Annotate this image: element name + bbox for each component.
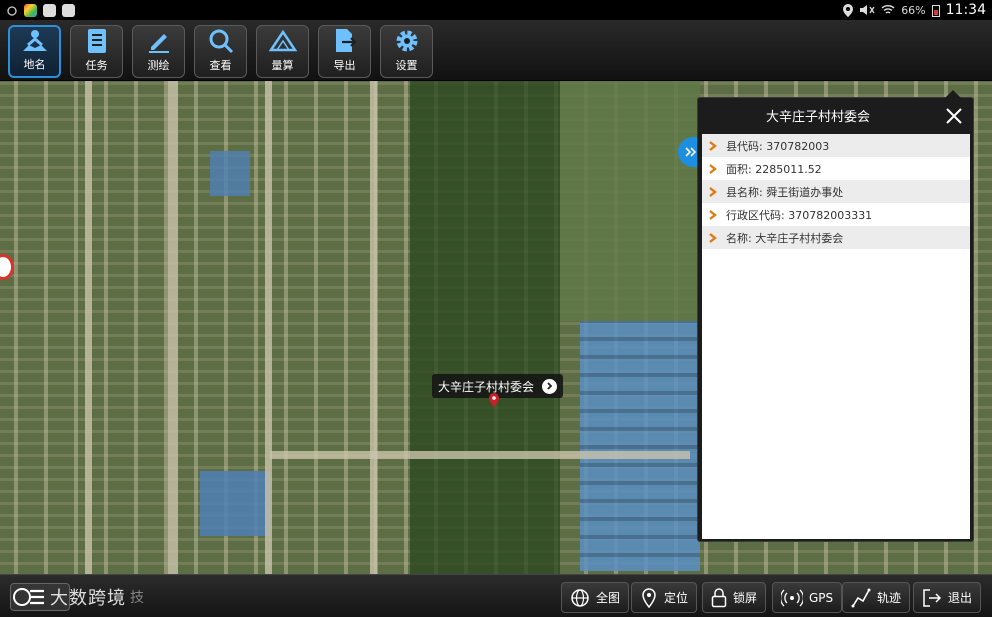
map-road — [265, 81, 272, 574]
tool-view[interactable]: 查看 — [194, 25, 247, 78]
list-item: 县名称: 舜王街道办事处 — [702, 180, 970, 203]
map-person-icon — [22, 29, 47, 51]
chevron-right-icon — [709, 140, 717, 151]
map-road — [270, 451, 690, 459]
status-bar: 66% 11:34 — [0, 0, 992, 20]
tool-label: 设置 — [395, 59, 418, 72]
panel-title: 大辛庄子村村委会 — [765, 110, 870, 125]
attribute-text: 名称: 大辛庄子村村委会 — [726, 231, 844, 245]
full-extent-button[interactable]: 全图 — [561, 582, 630, 613]
gear-icon — [396, 30, 417, 52]
tool-export[interactable]: 导出 — [318, 25, 371, 78]
mute-icon — [860, 5, 875, 15]
exit-button[interactable]: 退出 — [913, 582, 982, 613]
life-ring-button[interactable] — [0, 254, 14, 280]
gps-signal-icon — [781, 589, 803, 606]
attribute-text: 县名称: 舜王街道办事处 — [726, 185, 844, 199]
list-item: 名称: 大辛庄子村村委会 — [702, 226, 970, 249]
clock: 11:34 — [945, 2, 986, 18]
app-icon-browser — [24, 3, 37, 17]
exit-icon — [923, 588, 942, 607]
location-pin-icon — [642, 587, 656, 608]
attribute-text: 县代码: 370782003 — [726, 139, 830, 153]
button-label: 轨迹 — [877, 591, 902, 605]
button-label: GPS — [809, 590, 834, 605]
map-marker-pin-icon[interactable] — [489, 393, 499, 407]
chevron-right-icon — [709, 209, 717, 220]
app-icon-gallery — [43, 3, 56, 17]
map-building-block — [200, 471, 270, 536]
export-icon — [335, 29, 357, 52]
tool-settings[interactable]: 设置 — [380, 25, 433, 78]
map-road — [168, 81, 178, 574]
tool-label: 地名 — [23, 58, 46, 71]
task-list-icon — [87, 29, 106, 53]
chevron-right-icon — [709, 186, 717, 197]
list-item: 县代码: 370782003 — [702, 134, 970, 157]
info-panel: 大辛庄子村村委会 县代码: 370782003 面积: 2285011.52 县… — [697, 90, 974, 542]
map-building-block — [580, 321, 700, 571]
search-icon — [209, 29, 233, 54]
tool-measure[interactable]: 量算 — [256, 25, 309, 78]
marker-label-text: 大辛庄子村村委会 — [438, 379, 535, 394]
location-icon — [843, 3, 854, 17]
watermark-text: 大数跨境 — [50, 588, 126, 609]
watermark: 大数跨境 技 — [12, 584, 145, 610]
button-label: 退出 — [948, 591, 973, 605]
watermark-subtext: 技 — [130, 590, 145, 606]
app-icon-maps — [62, 3, 75, 17]
track-line-icon — [851, 588, 871, 607]
battery-percent: 66% — [901, 3, 926, 17]
track-button[interactable]: 轨迹 — [842, 582, 911, 613]
gps-button[interactable]: GPS — [772, 582, 843, 613]
wifi-icon — [881, 5, 895, 14]
alarm-icon — [7, 6, 17, 16]
tool-label: 查看 — [209, 59, 232, 72]
map-field-area — [560, 81, 700, 321]
chevron-right-icon — [709, 232, 717, 243]
main-toolbar: 地名 任务 测绘 查看 量算 导出 设置 — [0, 20, 992, 81]
tool-survey[interactable]: 测绘 — [132, 25, 185, 78]
tool-label: 任务 — [85, 59, 108, 72]
button-label: 锁屏 — [733, 591, 758, 605]
chevron-right-icon[interactable] — [542, 378, 558, 394]
attribute-text: 行政区代码: 370782003331 — [726, 208, 873, 222]
pencil-icon — [148, 34, 169, 53]
panel-notch — [945, 90, 961, 98]
list-item: 面积: 2285011.52 — [702, 157, 970, 180]
attribute-list: 县代码: 370782003 面积: 2285011.52 县名称: 舜王街道办… — [702, 134, 970, 539]
map-field-area — [410, 81, 560, 574]
close-icon[interactable] — [945, 107, 963, 125]
tool-label: 量算 — [271, 59, 294, 72]
attribute-text: 面积: 2285011.52 — [726, 162, 822, 176]
locate-button[interactable]: 定位 — [631, 582, 698, 613]
lock-screen-button[interactable]: 锁屏 — [702, 582, 767, 613]
bottom-bar: 大数跨境 技 全图 定位 锁屏 GPS 轨迹 退出 — [0, 574, 992, 617]
tool-place-names[interactable]: 地名 — [8, 25, 61, 78]
map-road — [370, 81, 377, 574]
watermark-logo-icon — [13, 588, 44, 606]
measure-icon — [268, 29, 297, 52]
chevron-right-icon — [709, 163, 717, 174]
globe-icon — [571, 588, 589, 607]
lock-icon — [711, 587, 727, 607]
tool-label: 导出 — [333, 59, 356, 72]
tool-label: 测绘 — [147, 59, 170, 72]
double-chevron-right-icon — [685, 147, 697, 157]
button-label: 全图 — [596, 591, 621, 605]
list-item: 行政区代码: 370782003331 — [702, 203, 970, 226]
button-label: 定位 — [664, 591, 689, 605]
map-road — [85, 81, 92, 574]
map-building-block — [210, 151, 250, 196]
tool-tasks[interactable]: 任务 — [70, 25, 123, 78]
battery-icon — [931, 4, 940, 17]
